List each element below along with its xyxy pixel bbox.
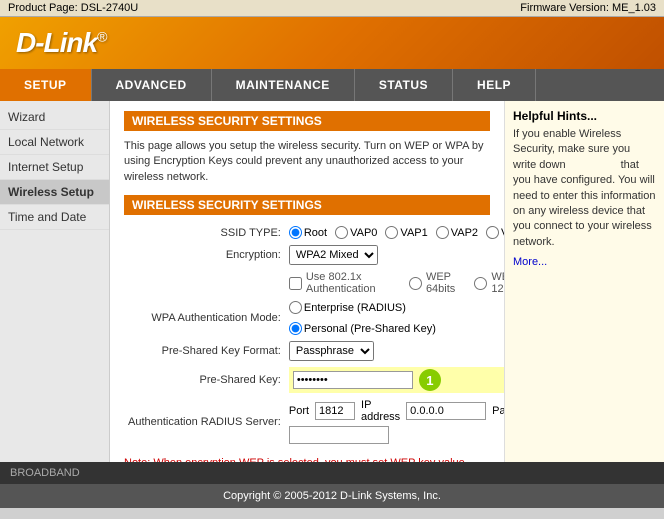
ssid-options: Root VAP0 VAP1 VAP2 VAP3 [285, 223, 504, 242]
hints-title: Helpful Hints... [513, 109, 656, 123]
header: D-Link® [0, 17, 664, 69]
8021x-label-cell [124, 268, 285, 298]
wep-128-radio[interactable] [474, 277, 487, 290]
ssid-vap1-option[interactable]: VAP1 [385, 226, 427, 239]
personal-radio[interactable] [289, 322, 302, 335]
helpful-hints: Helpful Hints... If you enable Wireless … [504, 101, 664, 462]
sidebar: Wizard Local Network Internet Setup Wire… [0, 101, 110, 462]
tab-status[interactable]: STATUS [355, 69, 453, 101]
note-text: Note: When encryption WEP is selected, y… [124, 457, 490, 462]
psk-input[interactable] [293, 371, 413, 389]
psk-format-cell: Passphrase Hex [285, 338, 504, 364]
personal-option[interactable]: Personal (Pre-Shared Key) [289, 322, 436, 335]
port-input[interactable] [315, 402, 355, 420]
ssid-row: SSID TYPE: Root VAP0 VAP1 VAP2 VAP3 [124, 223, 504, 242]
wpa-auth-row: WPA Authentication Mode: Enterprise (RAD… [124, 298, 504, 338]
broadband-bar: BROADBAND [0, 462, 664, 484]
settings-form: SSID TYPE: Root VAP0 VAP1 VAP2 VAP3 Encr… [124, 223, 504, 447]
psk-cell: 1 [285, 364, 504, 396]
encryption-select-cell: WPA2 Mixed WEP WPA None [285, 242, 504, 268]
ssid-vap3-radio[interactable] [486, 226, 499, 239]
nav-tabs: SETUP ADVANCED MAINTENANCE STATUS HELP [0, 69, 664, 101]
sidebar-item-local-network[interactable]: Local Network [0, 130, 109, 155]
8021x-label: Use 802.1x Authentication [306, 271, 405, 295]
product-label: Product Page: DSL-2740U [8, 2, 138, 14]
radius-fields: Port IP address Password [289, 399, 504, 423]
password-label: Password [492, 405, 504, 417]
dlink-logo: D-Link® [16, 27, 106, 59]
8021x-cell: Use 802.1x Authentication WEP 64bits WEP… [285, 268, 504, 298]
wpa-auth-cell: Enterprise (RADIUS) Personal (Pre-Shared… [285, 298, 504, 338]
wep-64-label: WEP 64bits [426, 271, 470, 295]
ssid-vap2-option[interactable]: VAP2 [436, 226, 478, 239]
ip-label: IP address [361, 399, 400, 423]
section-title: WIRELESS SECURITY SETTINGS [124, 195, 490, 215]
copyright-text: Copyright © 2005-2012 D-Link Systems, In… [223, 490, 441, 502]
ip-input[interactable] [406, 402, 486, 420]
page-title: WIRELESS SECURITY SETTINGS [124, 111, 490, 131]
tab-advanced[interactable]: ADVANCED [92, 69, 212, 101]
sidebar-item-internet-setup[interactable]: Internet Setup [0, 155, 109, 180]
radius-label: Authentication RADIUS Server: [124, 396, 285, 447]
tab-setup[interactable]: SETUP [0, 69, 92, 101]
hints-more-link[interactable]: More... [513, 256, 656, 268]
radius-password-input[interactable] [289, 426, 389, 444]
psk-format-select[interactable]: Passphrase Hex [289, 341, 374, 361]
broadband-label: BROADBAND [10, 467, 80, 479]
8021x-checkbox[interactable] [289, 277, 302, 290]
radius-row: Authentication RADIUS Server: Port IP ad… [124, 396, 504, 447]
psk-row: Pre-Shared Key: 1 [124, 364, 504, 396]
encryption-select[interactable]: WPA2 Mixed WEP WPA None [289, 245, 378, 265]
ssid-vap3-option[interactable]: VAP3 [486, 226, 504, 239]
ssid-vap0-radio[interactable] [335, 226, 348, 239]
psk-badge: 1 [419, 369, 441, 391]
wep-128-label: WEP 128bits [491, 271, 504, 295]
firmware-label: Firmware Version: ME_1.03 [520, 2, 656, 14]
enterprise-radio[interactable] [289, 301, 302, 314]
ssid-vap1-radio[interactable] [385, 226, 398, 239]
main-area: Wizard Local Network Internet Setup Wire… [0, 101, 664, 462]
hints-text: If you enable Wireless Security, make su… [513, 127, 656, 250]
port-label: Port [289, 405, 309, 417]
sidebar-item-time-and-date[interactable]: Time and Date [0, 205, 109, 230]
encryption-label: Encryption: [124, 242, 285, 268]
8021x-row: Use 802.1x Authentication WEP 64bits WEP… [124, 268, 504, 298]
ssid-vap2-radio[interactable] [436, 226, 449, 239]
ssid-vap0-option[interactable]: VAP0 [335, 226, 377, 239]
tab-maintenance[interactable]: MAINTENANCE [212, 69, 355, 101]
sidebar-item-wireless-setup[interactable]: Wireless Setup [0, 180, 109, 205]
ssid-root-radio[interactable] [289, 226, 302, 239]
psk-format-label: Pre-Shared Key Format: [124, 338, 285, 364]
enterprise-label: Enterprise (RADIUS) [304, 302, 406, 314]
psk-highlight: 1 [289, 367, 504, 393]
hints-blank [569, 159, 621, 171]
encryption-row: Encryption: WPA2 Mixed WEP WPA None [124, 242, 504, 268]
enterprise-option[interactable]: Enterprise (RADIUS) [289, 301, 406, 314]
wpa-auth-label: WPA Authentication Mode: [124, 298, 285, 338]
psk-label: Pre-Shared Key: [124, 364, 285, 396]
ssid-root-option[interactable]: Root [289, 226, 327, 239]
sidebar-item-wizard[interactable]: Wizard [0, 105, 109, 130]
logo-trademark: ® [97, 29, 106, 45]
content-area: WIRELESS SECURITY SETTINGS This page all… [110, 101, 504, 462]
tab-help[interactable]: HELP [453, 69, 536, 101]
page-description: This page allows you setup the wireless … [124, 139, 490, 185]
psk-format-row: Pre-Shared Key Format: Passphrase Hex [124, 338, 504, 364]
personal-label: Personal (Pre-Shared Key) [304, 323, 436, 335]
radius-cell: Port IP address Password [285, 396, 504, 447]
top-bar: Product Page: DSL-2740U Firmware Version… [0, 0, 664, 17]
wep-64-radio[interactable] [409, 277, 422, 290]
ssid-label: SSID TYPE: [124, 223, 285, 242]
footer: Copyright © 2005-2012 D-Link Systems, In… [0, 484, 664, 508]
